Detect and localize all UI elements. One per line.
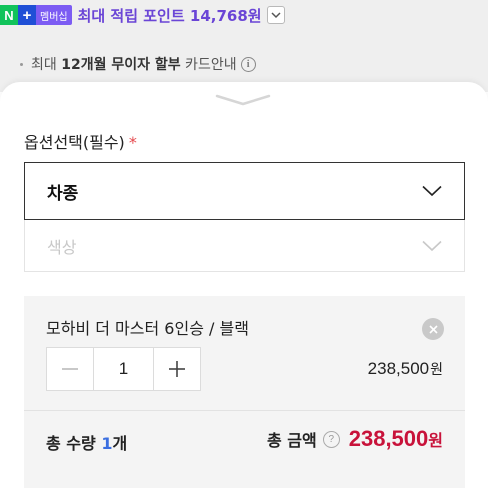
close-icon	[428, 324, 438, 334]
npay-plus-logo: +	[18, 5, 36, 25]
help-icon[interactable]: ?	[322, 430, 340, 448]
installment-emphasis: 12개월 무이자 할부	[61, 57, 181, 73]
installment-text: 최대 12개월 무이자 할부 카드안내	[31, 57, 237, 73]
total-price-number: 238,500	[348, 426, 429, 451]
plus-icon	[169, 361, 185, 377]
divider	[24, 410, 465, 411]
product-info-background: N + 멤버십 최대 적립 포인트 14,768원 최대 12개월 무이자 할부…	[0, 0, 488, 92]
car-type-select[interactable]: 차종	[24, 162, 465, 220]
color-select[interactable]: 색상	[24, 220, 465, 272]
npay-membership-badge: N + 멤버십	[0, 5, 72, 25]
max-points-text: 최대 적립 포인트 14,768원	[77, 6, 262, 25]
option-select-label: 옵션선택(필수)	[24, 133, 125, 152]
car-type-label: 차종	[47, 183, 79, 204]
minus-icon	[62, 368, 78, 370]
option-select-title: 옵션선택(필수) *	[24, 129, 137, 153]
npay-n-logo: N	[0, 5, 18, 25]
color-label: 색상	[47, 237, 77, 257]
option-bottom-sheet: 옵션선택(필수) * 차종 색상 모하비 더 마스터 6인승 / 블랙 1 23…	[0, 82, 488, 488]
chevron-down-icon	[271, 11, 281, 18]
total-quantity-count: 1	[101, 434, 113, 453]
chevron-down-icon	[422, 185, 442, 197]
increase-quantity-button[interactable]	[154, 348, 200, 390]
remove-item-button[interactable]	[422, 318, 444, 340]
sheet-collapse-handle[interactable]	[214, 92, 272, 108]
bullet-icon	[20, 62, 23, 66]
chevron-down-icon	[215, 94, 271, 106]
info-icon[interactable]: i	[240, 56, 256, 72]
selected-item-panel: 모하비 더 마스터 6인승 / 블랙 1 238,500원 총 수량 1개 총 …	[24, 296, 465, 488]
total-price-group: 총 금액 ? 238,500원	[267, 424, 443, 454]
required-mark: *	[128, 133, 137, 152]
membership-label: 멤버십	[36, 5, 72, 25]
selected-item-name: 모하비 더 마스터 6인승 / 블랙	[46, 319, 249, 338]
points-expand-button[interactable]	[266, 6, 285, 24]
total-price-value: 238,500원	[349, 426, 443, 452]
chevron-down-icon	[422, 240, 442, 251]
decrease-quantity-button[interactable]	[47, 348, 93, 390]
total-price-unit: 원	[428, 431, 443, 450]
item-price: 238,500원	[368, 359, 443, 379]
total-price-label: 총 금액	[267, 431, 317, 450]
quantity-value[interactable]: 1	[93, 348, 154, 390]
npay-points-row: N + 멤버십 최대 적립 포인트 14,768원	[0, 4, 285, 26]
installment-info-row[interactable]: 최대 12개월 무이자 할부 카드안내 i	[20, 53, 256, 75]
quantity-stepper: 1	[46, 347, 201, 391]
total-quantity: 총 수량 1개	[46, 434, 128, 453]
item-price-value: 238,500	[367, 359, 430, 378]
item-price-unit: 원	[430, 362, 443, 378]
